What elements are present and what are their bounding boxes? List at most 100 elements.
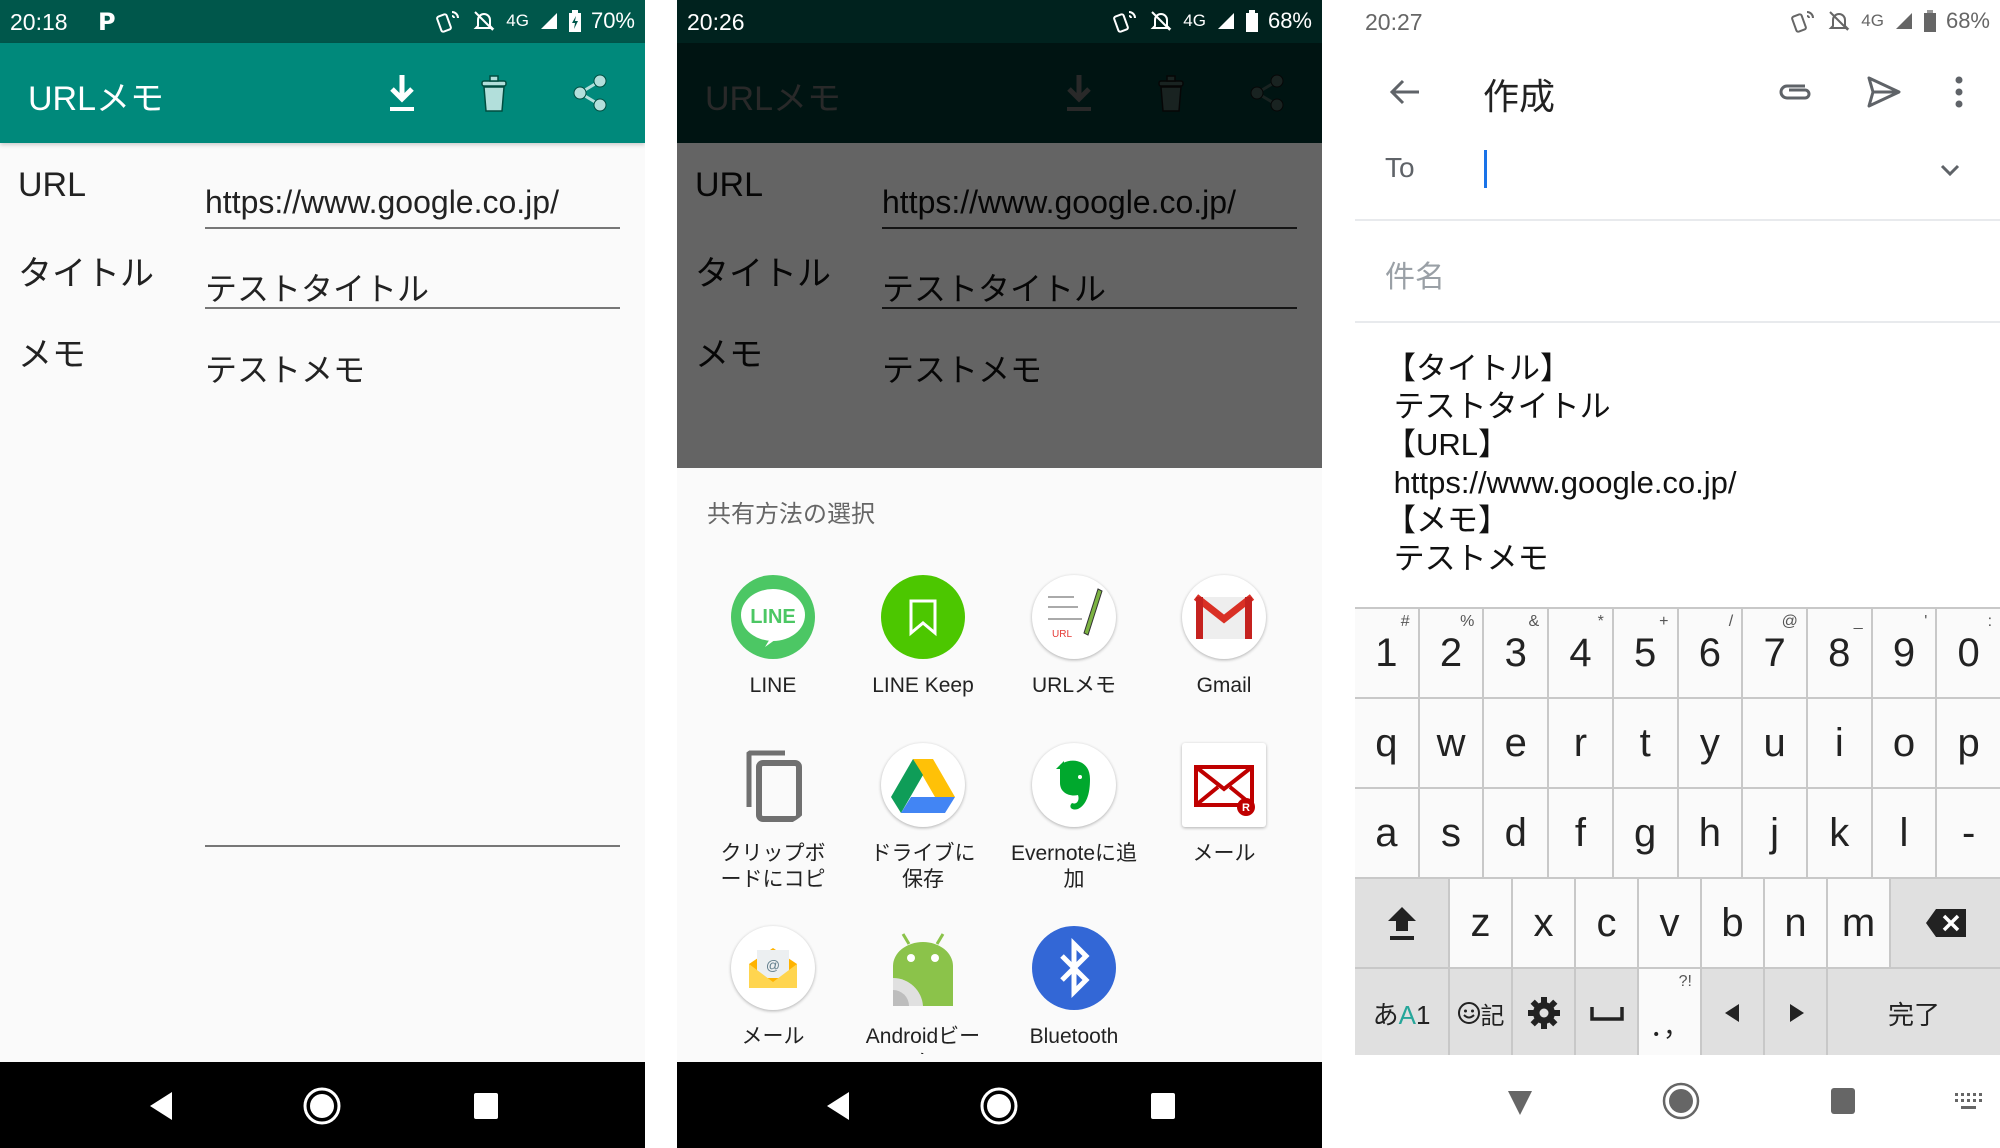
keyboard-settings-key[interactable]: [1513, 969, 1574, 1057]
key-x[interactable]: x: [1513, 879, 1574, 967]
share-target-android-beam[interactable]: Androidビー ム: [848, 926, 998, 1054]
backspace-key[interactable]: [1891, 879, 2000, 967]
share-target-rakuten-mail[interactable]: R メール: [1149, 743, 1299, 867]
share-target-url-memo[interactable]: URL URLメモ: [999, 575, 1149, 699]
key-g[interactable]: g: [1613, 789, 1677, 877]
bluetooth-icon: [1032, 926, 1116, 1010]
recents-nav-icon[interactable]: [1143, 1086, 1183, 1126]
dim-scrim[interactable]: [677, 43, 1322, 468]
back-arrow-icon[interactable]: [1385, 72, 1425, 112]
key-0[interactable]: :0: [1937, 609, 2000, 697]
share-target-clipboard[interactable]: クリップボ ードにコピ: [698, 743, 848, 893]
key-t[interactable]: t: [1613, 699, 1677, 787]
key-7[interactable]: @7: [1743, 609, 1806, 697]
network-type: 4G: [1861, 11, 1884, 30]
divider: [1355, 321, 2000, 323]
recents-nav-icon[interactable]: [466, 1086, 506, 1126]
hide-keyboard-nav-icon[interactable]: [1500, 1081, 1540, 1121]
space-key[interactable]: [1576, 969, 1637, 1057]
share-target-line[interactable]: LINE LINE: [698, 575, 848, 699]
key-b[interactable]: b: [1702, 879, 1763, 967]
compose-body[interactable]: 【タイトル】 テストタイトル 【URL】 https://www.google.…: [1385, 350, 1737, 578]
key-h[interactable]: h: [1678, 789, 1742, 877]
key-hyphen[interactable]: -: [1937, 789, 2000, 877]
key-l[interactable]: l: [1872, 789, 1936, 877]
email-icon: @: [731, 926, 815, 1010]
key-f[interactable]: f: [1549, 789, 1612, 877]
key-label: q: [1375, 720, 1398, 765]
key-label: 4: [1569, 630, 1592, 675]
key-8[interactable]: _ 8: [1807, 609, 1871, 697]
home-nav-icon[interactable]: [302, 1086, 342, 1126]
key-label: p: [1957, 720, 1980, 765]
evernote-icon: [1032, 743, 1116, 827]
emoji-symbol-key[interactable]: 記: [1450, 969, 1511, 1057]
app-label: Gmail: [1196, 674, 1252, 697]
share-target-bluetooth[interactable]: Bluetooth: [999, 926, 1149, 1050]
shift-key[interactable]: [1355, 879, 1448, 967]
key-label: d: [1504, 810, 1527, 855]
key-y[interactable]: y: [1678, 699, 1742, 787]
key-6[interactable]: /6: [1678, 609, 1742, 697]
key-4[interactable]: * 4: [1549, 609, 1612, 697]
keyboard-switch-icon[interactable]: [1949, 1081, 1989, 1121]
key-3[interactable]: & 3: [1484, 609, 1548, 697]
done-key-label: 完了: [1887, 999, 1940, 1030]
subject-input[interactable]: 件名: [1385, 252, 1445, 296]
key-o[interactable]: o: [1872, 699, 1936, 787]
to-input-cursor[interactable]: [1484, 150, 1487, 188]
cursor-left-key[interactable]: [1702, 969, 1763, 1057]
battery-icon: [1245, 10, 1258, 32]
more-options-icon[interactable]: [1939, 72, 1979, 112]
key-r[interactable]: r: [1549, 699, 1612, 787]
share-target-email[interactable]: @ メール: [698, 926, 848, 1050]
attachment-icon[interactable]: [1775, 72, 1815, 112]
mute-bell-icon: [1828, 11, 1850, 31]
app-label: Evernoteに追 加: [1010, 842, 1138, 891]
title-input[interactable]: テストタイトル: [205, 264, 429, 310]
line-keep-icon: [881, 575, 965, 659]
share-target-drive[interactable]: ドライブに 保存: [848, 743, 998, 893]
home-nav-icon[interactable]: [979, 1086, 1019, 1126]
key-q[interactable]: q: [1355, 699, 1418, 787]
key-2[interactable]: % 2: [1419, 609, 1483, 697]
key-i[interactable]: i: [1807, 699, 1871, 787]
key-m[interactable]: m: [1828, 879, 1889, 967]
key-9[interactable]: ' 9: [1872, 609, 1936, 697]
key-s[interactable]: s: [1419, 789, 1483, 877]
punctuation-key[interactable]: ?! ．，: [1639, 969, 1700, 1057]
key-u[interactable]: u: [1743, 699, 1806, 787]
key-5[interactable]: +5: [1613, 609, 1677, 697]
share-target-evernote[interactable]: Evernoteに追 加: [999, 743, 1149, 893]
key-p[interactable]: p: [1937, 699, 2000, 787]
share-target-line-keep[interactable]: LINE Keep: [848, 575, 998, 699]
key-z[interactable]: z: [1450, 879, 1511, 967]
send-icon[interactable]: [1863, 72, 1903, 112]
key-1[interactable]: #1: [1355, 609, 1418, 697]
home-nav-icon[interactable]: [1661, 1081, 1701, 1121]
trash-icon[interactable]: [472, 71, 516, 115]
share-target-gmail[interactable]: Gmail: [1149, 575, 1299, 699]
cursor-right-key[interactable]: [1765, 969, 1826, 1057]
key-d[interactable]: d: [1484, 789, 1548, 877]
key-a[interactable]: a: [1355, 789, 1418, 877]
input-mode-key[interactable]: あA1: [1355, 969, 1448, 1057]
url-input[interactable]: https://www.google.co.jp/: [205, 184, 559, 221]
download-icon[interactable]: [380, 71, 424, 115]
recents-nav-icon[interactable]: [1823, 1081, 1863, 1121]
mute-bell-icon: [473, 11, 495, 31]
key-w[interactable]: w: [1419, 699, 1483, 787]
done-key[interactable]: 完了: [1828, 969, 2000, 1057]
share-icon[interactable]: [568, 71, 612, 115]
key-n[interactable]: n: [1765, 879, 1826, 967]
key-v[interactable]: v: [1639, 879, 1700, 967]
back-nav-icon[interactable]: [819, 1086, 859, 1126]
back-nav-icon[interactable]: [142, 1086, 182, 1126]
key-j[interactable]: j: [1743, 789, 1806, 877]
memo-input[interactable]: テストメモ: [205, 345, 365, 391]
key-c[interactable]: c: [1576, 879, 1637, 967]
key-e[interactable]: e: [1484, 699, 1548, 787]
chevron-down-icon[interactable]: [1935, 155, 1965, 185]
key-k[interactable]: k: [1807, 789, 1871, 877]
status-bar: 20:27 4G 68%: [1355, 0, 2000, 43]
